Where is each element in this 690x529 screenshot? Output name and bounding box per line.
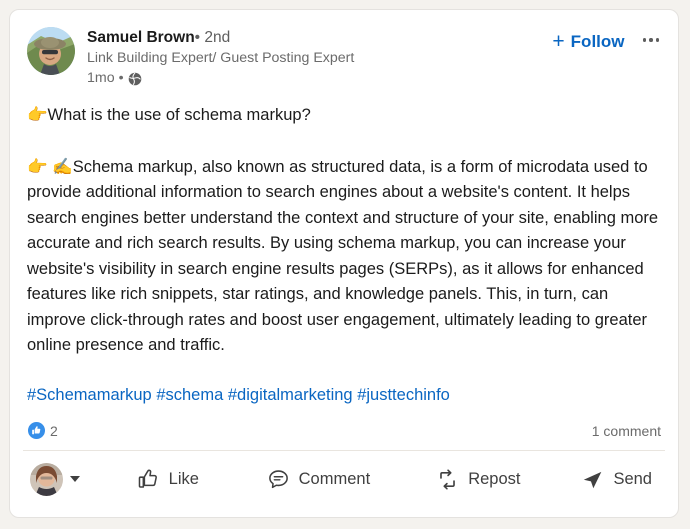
comment-button-label: Comment [298,470,371,488]
post-paragraph-text: Schema markup, also known as structured … [27,157,659,355]
plus-icon: + [552,30,565,53]
hashtag-link[interactable]: #digitalmarketing [228,386,353,404]
current-user-selector[interactable] [24,459,86,500]
follow-button[interactable]: + Follow [550,29,626,55]
hashtag-list: #Schemamarkup #schema #digitalmarketing … [10,383,678,407]
author-name[interactable]: Samuel Brown [87,29,195,46]
post-question-line: 👉What is the use of schema markup? [27,102,661,129]
comment-button[interactable]: Comment [255,459,383,500]
follow-button-label: Follow [570,32,625,51]
author-info: Samuel Brown• 2nd Link Building Expert/ … [87,27,550,88]
reactions-summary[interactable]: 2 [27,421,58,440]
like-button[interactable]: Like [125,459,211,500]
comment-count[interactable]: 1 comment [592,423,661,439]
post-question-text: What is the use of schema markup? [47,106,311,124]
hashtag-link[interactable]: #justtechinfo [357,386,450,404]
post-paragraph: 👉 ✍️Schema markup, also known as structu… [27,154,661,359]
author-profile-photo[interactable] [27,27,75,75]
more-options-button[interactable] [641,29,662,51]
repost-button-label: Repost [468,470,521,488]
paper-plane-icon [581,468,604,491]
post-content: 👉What is the use of schema markup? 👉 ✍️S… [10,102,678,359]
post-time: 1mo [87,70,115,86]
header-actions: + Follow [550,27,661,55]
hashtag-link[interactable]: #schema [156,386,223,404]
thumbs-up-icon [137,468,160,491]
ellipsis-icon [642,38,659,42]
social-counts-bar: 2 1 comment [10,420,678,442]
author-name-line: Samuel Brown• 2nd [87,28,550,48]
writing-hand-icon: ✍️ [52,156,73,176]
chevron-down-icon [70,476,80,482]
author-degree: 2nd [204,29,231,46]
like-thumbs-up-icon [27,421,46,440]
post-header: Samuel Brown• 2nd Link Building Expert/ … [10,10,678,88]
post-card: Samuel Brown• 2nd Link Building Expert/ … [9,9,679,518]
pointing-hand-icon: 👉 [27,105,48,124]
reaction-count: 2 [50,422,58,439]
repost-icon [436,468,459,491]
author-avatar-image [27,27,75,75]
comment-bubble-icon [267,468,290,491]
meta-separator: • [118,70,124,86]
action-bar: Like Comment Repost Send [10,451,678,500]
send-button-label: Send [613,470,652,488]
send-button[interactable]: Send [569,459,664,500]
globe-icon [128,72,142,86]
like-button-label: Like [168,470,199,488]
repost-button[interactable]: Repost [424,459,532,500]
author-separator: • [194,29,201,46]
post-meta: 1mo • [87,69,550,88]
hashtag-link[interactable]: #Schemamarkup [27,386,152,404]
pointing-hand-icon-2: 👉 [27,156,48,176]
author-headline: Link Building Expert/ Guest Posting Expe… [87,50,355,66]
current-user-avatar [30,462,63,496]
